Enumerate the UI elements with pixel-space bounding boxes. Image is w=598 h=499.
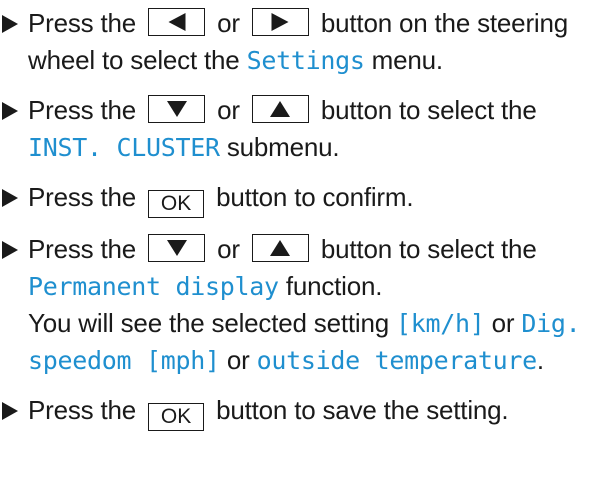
down-button-icon: [148, 95, 206, 123]
left-button-icon: [148, 8, 206, 36]
bullet-arrow-icon: [2, 402, 18, 420]
step-text: function.: [285, 271, 383, 301]
display-text-inst-cluster: INST. CLUSTER: [28, 133, 220, 162]
step-text: submenu.: [226, 132, 340, 162]
step-text: or: [217, 8, 240, 38]
step-text: button to select the: [320, 95, 537, 125]
right-button-icon: [251, 8, 309, 36]
step-text: button to select the: [320, 234, 537, 264]
step-text: .: [536, 345, 544, 375]
bullet-arrow-icon: [2, 15, 18, 33]
step-text: Press the: [28, 182, 137, 212]
down-button-icon: [148, 234, 206, 262]
bullet-arrow-icon: [2, 102, 18, 120]
step-text: or: [491, 308, 515, 338]
up-button-icon: [251, 95, 309, 123]
step-text: button to confirm.: [216, 182, 414, 212]
step-text: You will see the selected setting: [28, 308, 390, 338]
step-select-settings-menu: Press the or button on the steering whee…: [0, 5, 598, 79]
instruction-steps: Press the or button on the steering whee…: [0, 0, 598, 444]
step-confirm: Press the OK button to confirm.: [0, 179, 598, 218]
up-button-icon: [251, 234, 309, 262]
bullet-arrow-icon: [2, 189, 18, 207]
step-select-permanent-display: Press the or button to select the Perman…: [0, 231, 598, 379]
ok-button-icon: OK: [148, 190, 205, 218]
step-select-inst-cluster: Press the or button to select the INST. …: [0, 92, 598, 166]
display-text-outside-temperature: outside temperature: [256, 346, 538, 375]
step-text: Press the: [28, 234, 137, 264]
display-text-kmh: [km/h]: [396, 309, 485, 338]
step-text: or: [217, 234, 240, 264]
step-save-setting: Press the OK button to save the setting.: [0, 392, 598, 431]
display-text-permanent-display: Permanent display: [28, 272, 279, 301]
step-text: Press the: [28, 8, 137, 38]
step-text: or: [226, 345, 250, 375]
step-text: menu.: [371, 45, 443, 75]
step-text: or: [217, 95, 240, 125]
step-note: You will see the selected setting [km/h]…: [28, 305, 598, 379]
step-text: Press the: [28, 395, 137, 425]
bullet-arrow-icon: [2, 241, 18, 259]
step-text: Press the: [28, 95, 137, 125]
step-text: button to save the setting.: [216, 395, 509, 425]
ok-button-icon: OK: [148, 403, 205, 431]
display-text-settings: Settings: [246, 46, 365, 75]
